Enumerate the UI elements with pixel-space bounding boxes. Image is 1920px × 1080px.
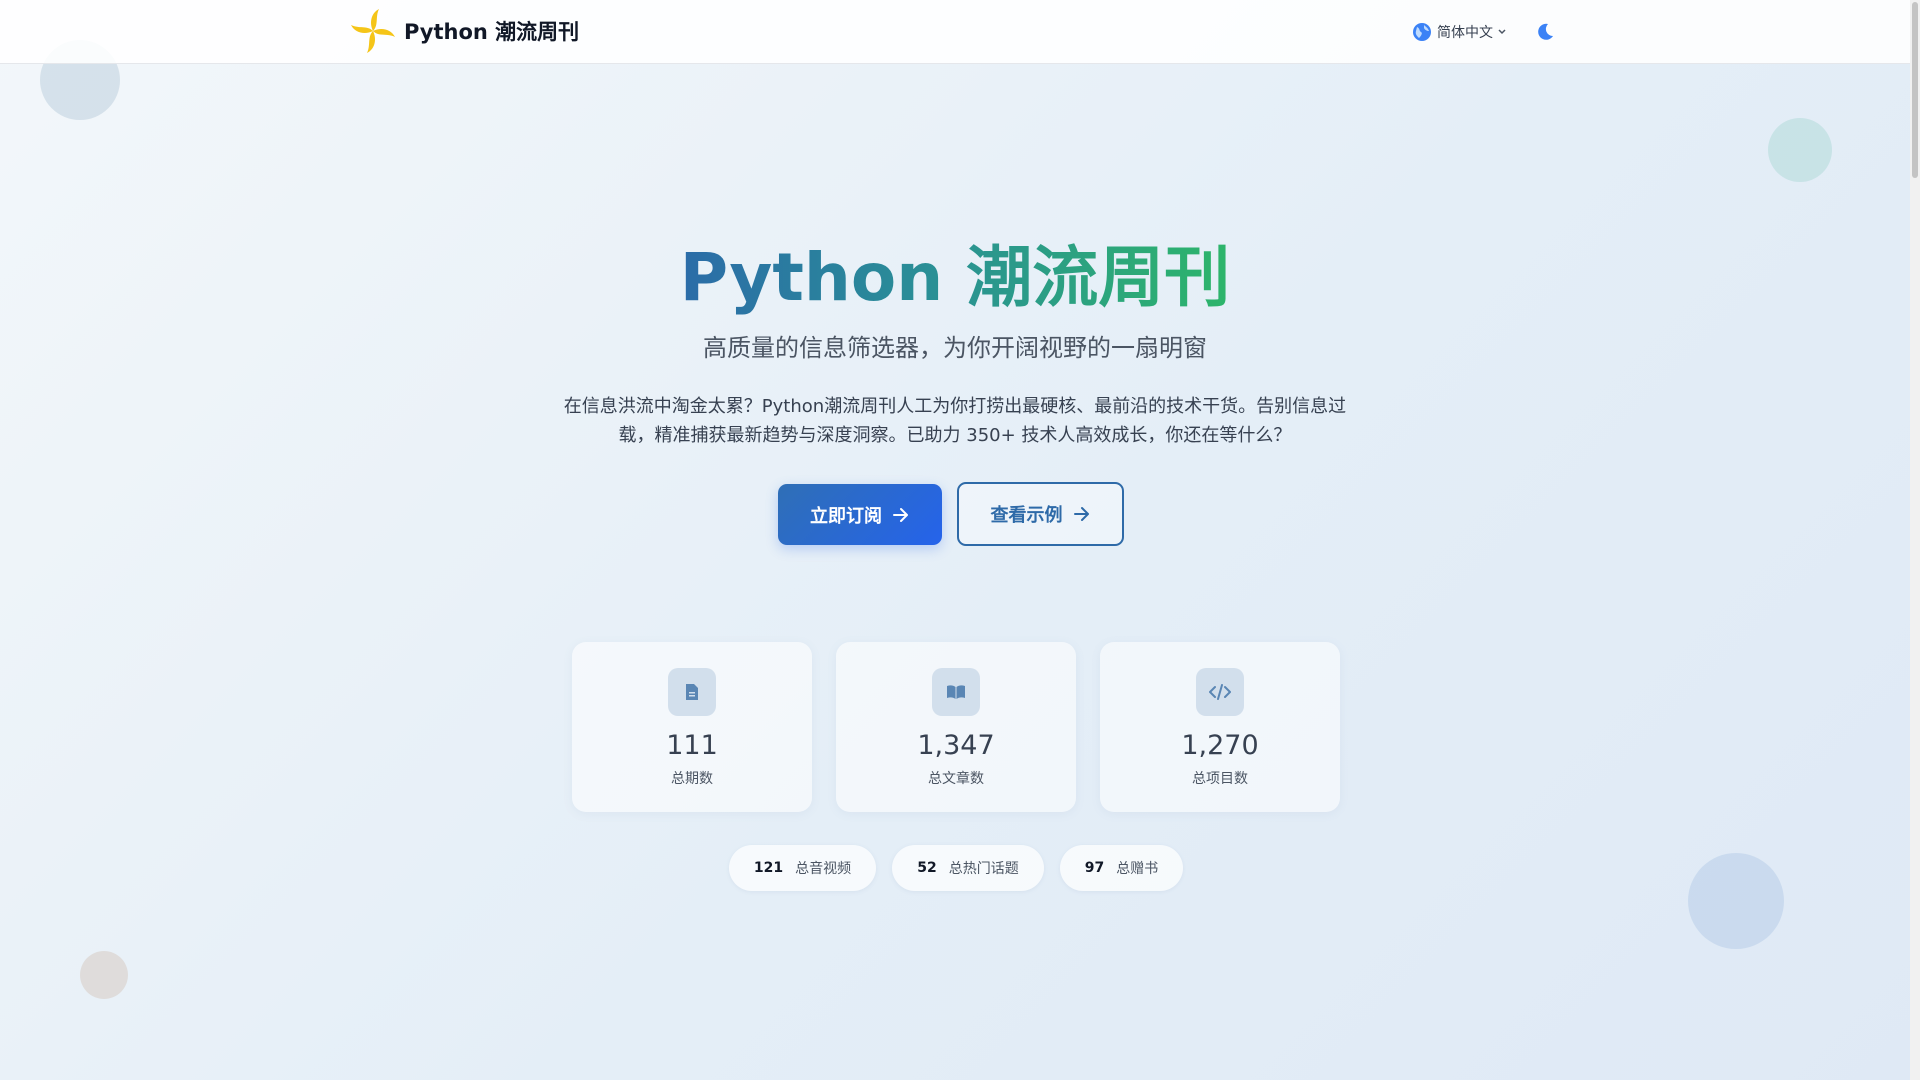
hero-title: Python 潮流周刊 [0,238,1910,317]
pill-label: 总热门话题 [948,861,1019,877]
stat-label: 总期数 [671,771,713,787]
hero-title-highlight: 潮流周刊 [966,239,1231,316]
hero-title-prefix: Python [679,239,967,316]
pill-value: 121 [753,860,784,876]
document-icon [668,668,716,716]
pinwheel-logo-icon [351,9,395,53]
scrollbar[interactable] [1910,0,1920,1080]
language-selector[interactable]: 简体中文 [1412,20,1506,44]
arrow-right-icon [893,507,908,522]
view-example-button[interactable]: 查看示例 [957,482,1124,546]
stat-label: 总项目数 [1192,771,1248,787]
hero-subtitle: 高质量的信息筛选器，为你开阔视野的一扇明窗 [703,334,1207,362]
stat-card-issues: 111 总期数 [572,642,812,812]
moon-icon[interactable] [1535,22,1555,42]
chevron-down-icon [1498,29,1506,35]
stat-value: 1,347 [917,730,995,761]
decorative-circle [1768,118,1832,182]
hero-title-text: Python 潮流周刊 [680,239,1230,316]
stat-card-projects: 1,270 总项目数 [1100,642,1340,812]
brand-name: Python 潮流周刊 [404,20,580,44]
pill-books: 97 总赠书 [1060,845,1183,891]
stat-value: 1,270 [1181,730,1259,761]
navbar: Python 潮流周刊 简体中文 [0,0,1910,64]
subscribe-button-label: 立即订阅 [810,505,882,527]
scrollbar-thumb[interactable] [1912,2,1918,178]
pill-value: 97 [1084,860,1105,876]
pill-label: 总赠书 [1116,861,1159,877]
stat-label: 总文章数 [928,771,984,787]
language-label: 简体中文 [1437,25,1493,41]
pill-videos: 121 总音视频 [729,845,876,891]
hero-description: 在信息洪流中淘金太累？Python潮流周刊人工为你打捞出最硬核、最前沿的技术干货… [563,396,1347,446]
code-icon [1196,668,1244,716]
brand-link[interactable]: Python 潮流周刊 [348,6,579,56]
pill-label: 总音视频 [795,861,852,877]
book-icon [932,668,980,716]
arrow-right-icon [1073,507,1089,521]
globe-icon [1413,23,1431,41]
decorative-circle [1688,853,1784,949]
stat-card-articles: 1,347 总文章数 [836,642,1076,812]
view-example-button-label: 查看示例 [990,505,1063,526]
pill-value: 52 [917,860,937,876]
subscribe-button[interactable]: 立即订阅 [778,484,942,545]
decorative-circle [80,951,128,999]
stat-value: 111 [666,730,718,761]
pill-topics: 52 总热门话题 [892,845,1044,891]
